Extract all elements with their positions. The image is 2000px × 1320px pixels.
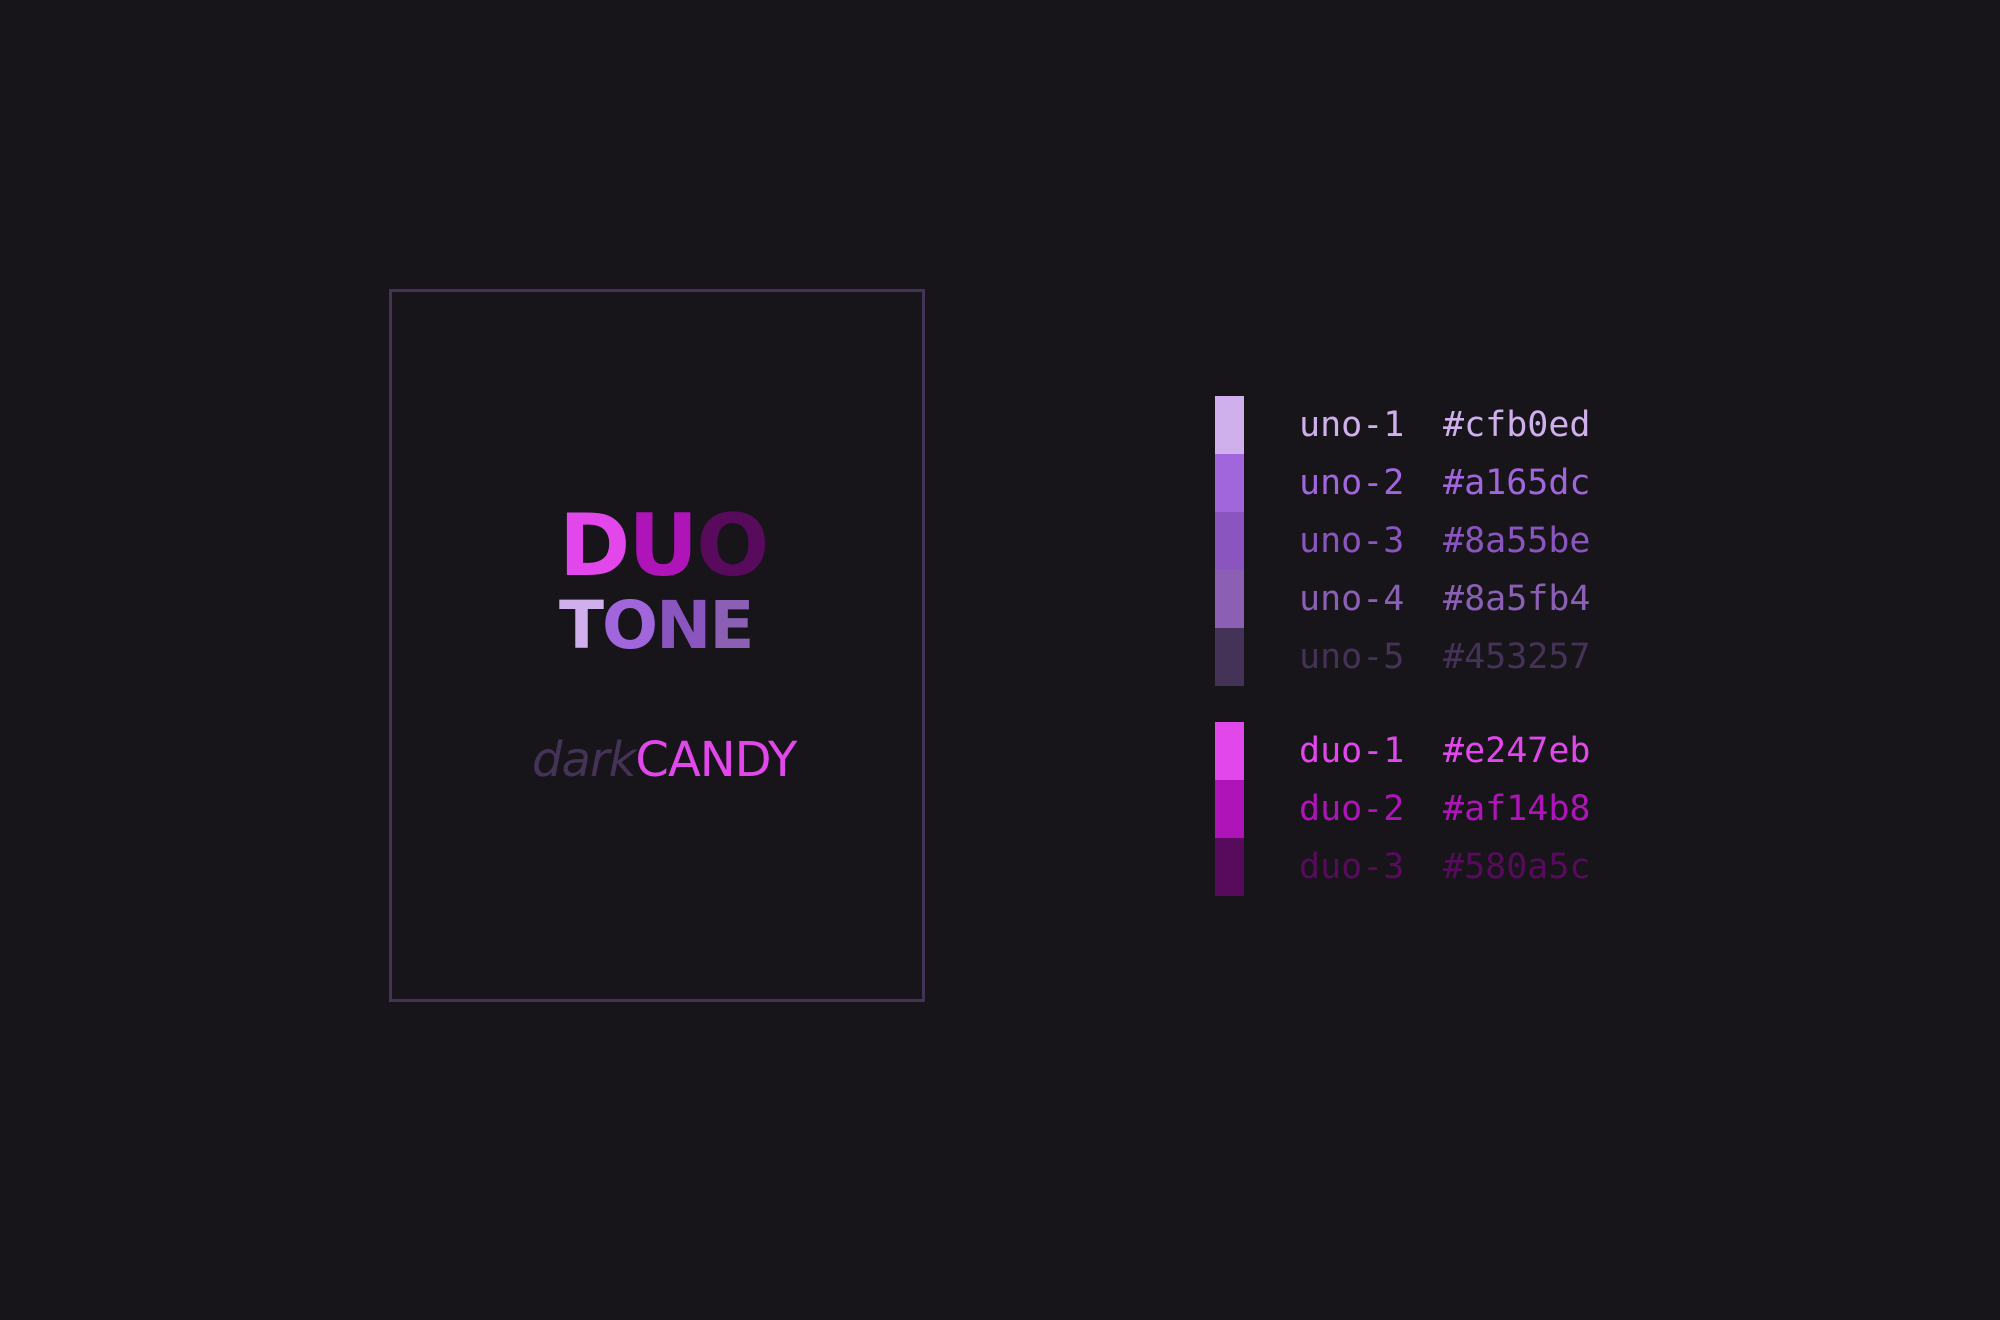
logo-letter: O <box>696 496 769 596</box>
palette-row: duo-3 #580a5c <box>1215 838 1615 896</box>
duotone-logo: DUO TONE <box>559 503 769 659</box>
color-hex: #a165dc <box>1443 463 1591 503</box>
palette-row: uno-4 #8a5fb4 <box>1215 570 1615 628</box>
color-name: uno-5 <box>1299 637 1405 677</box>
color-name: duo-3 <box>1299 847 1405 887</box>
palette-row: uno-3 #8a55be <box>1215 512 1615 570</box>
palette-row: duo-1 #e247eb <box>1215 722 1615 780</box>
color-name: uno-4 <box>1299 579 1405 619</box>
duo-color-group: duo-1 #e247eb duo-2 #af14b8 duo-3 #580a5c <box>1215 722 1615 896</box>
theme-preview: DUO TONE darkCANDY uno-1 #cfb0ed uno-2 #a16… <box>0 0 2000 1320</box>
color-name: uno-2 <box>1299 463 1405 503</box>
color-swatch <box>1215 628 1244 686</box>
color-name: uno-3 <box>1299 521 1405 561</box>
logo-letter: U <box>628 496 698 596</box>
color-hex: #8a55be <box>1443 521 1591 561</box>
theme-tagline: darkCANDY <box>532 736 797 784</box>
logo-letter: T <box>559 587 604 664</box>
logo-letter: D <box>559 496 630 596</box>
logo-letter: N <box>656 587 711 664</box>
color-name: duo-2 <box>1299 789 1405 829</box>
color-swatch <box>1215 722 1244 780</box>
logo-letter: O <box>602 587 658 664</box>
color-hex: #af14b8 <box>1443 789 1591 829</box>
color-hex: #cfb0ed <box>1443 405 1591 445</box>
color-swatch <box>1215 454 1244 512</box>
color-name: duo-1 <box>1299 731 1405 771</box>
logo-line-duo: DUO <box>559 503 769 589</box>
color-name: uno-1 <box>1299 405 1405 445</box>
palette-row: uno-5 #453257 <box>1215 628 1615 686</box>
tagline-candy: CANDY <box>635 732 797 788</box>
color-swatch <box>1215 570 1244 628</box>
color-swatch <box>1215 512 1244 570</box>
palette-row: uno-2 #a165dc <box>1215 454 1615 512</box>
palette-row: uno-1 #cfb0ed <box>1215 396 1615 454</box>
color-hex: #453257 <box>1443 637 1591 677</box>
uno-color-group: uno-1 #cfb0ed uno-2 #a165dc uno-3 #8a55be uno-… <box>1215 396 1615 686</box>
palette-row: duo-2 #af14b8 <box>1215 780 1615 838</box>
logo-line-tone: TONE <box>559 593 767 659</box>
logo-letter: E <box>709 587 754 664</box>
color-hex: #e247eb <box>1443 731 1591 771</box>
color-swatch <box>1215 780 1244 838</box>
tagline-dark: dark <box>532 732 636 788</box>
color-palette: uno-1 #cfb0ed uno-2 #a165dc uno-3 #8a55be uno-… <box>1215 396 1615 896</box>
color-hex: #8a5fb4 <box>1443 579 1591 619</box>
color-swatch <box>1215 838 1244 896</box>
color-hex: #580a5c <box>1443 847 1591 887</box>
color-swatch <box>1215 396 1244 454</box>
